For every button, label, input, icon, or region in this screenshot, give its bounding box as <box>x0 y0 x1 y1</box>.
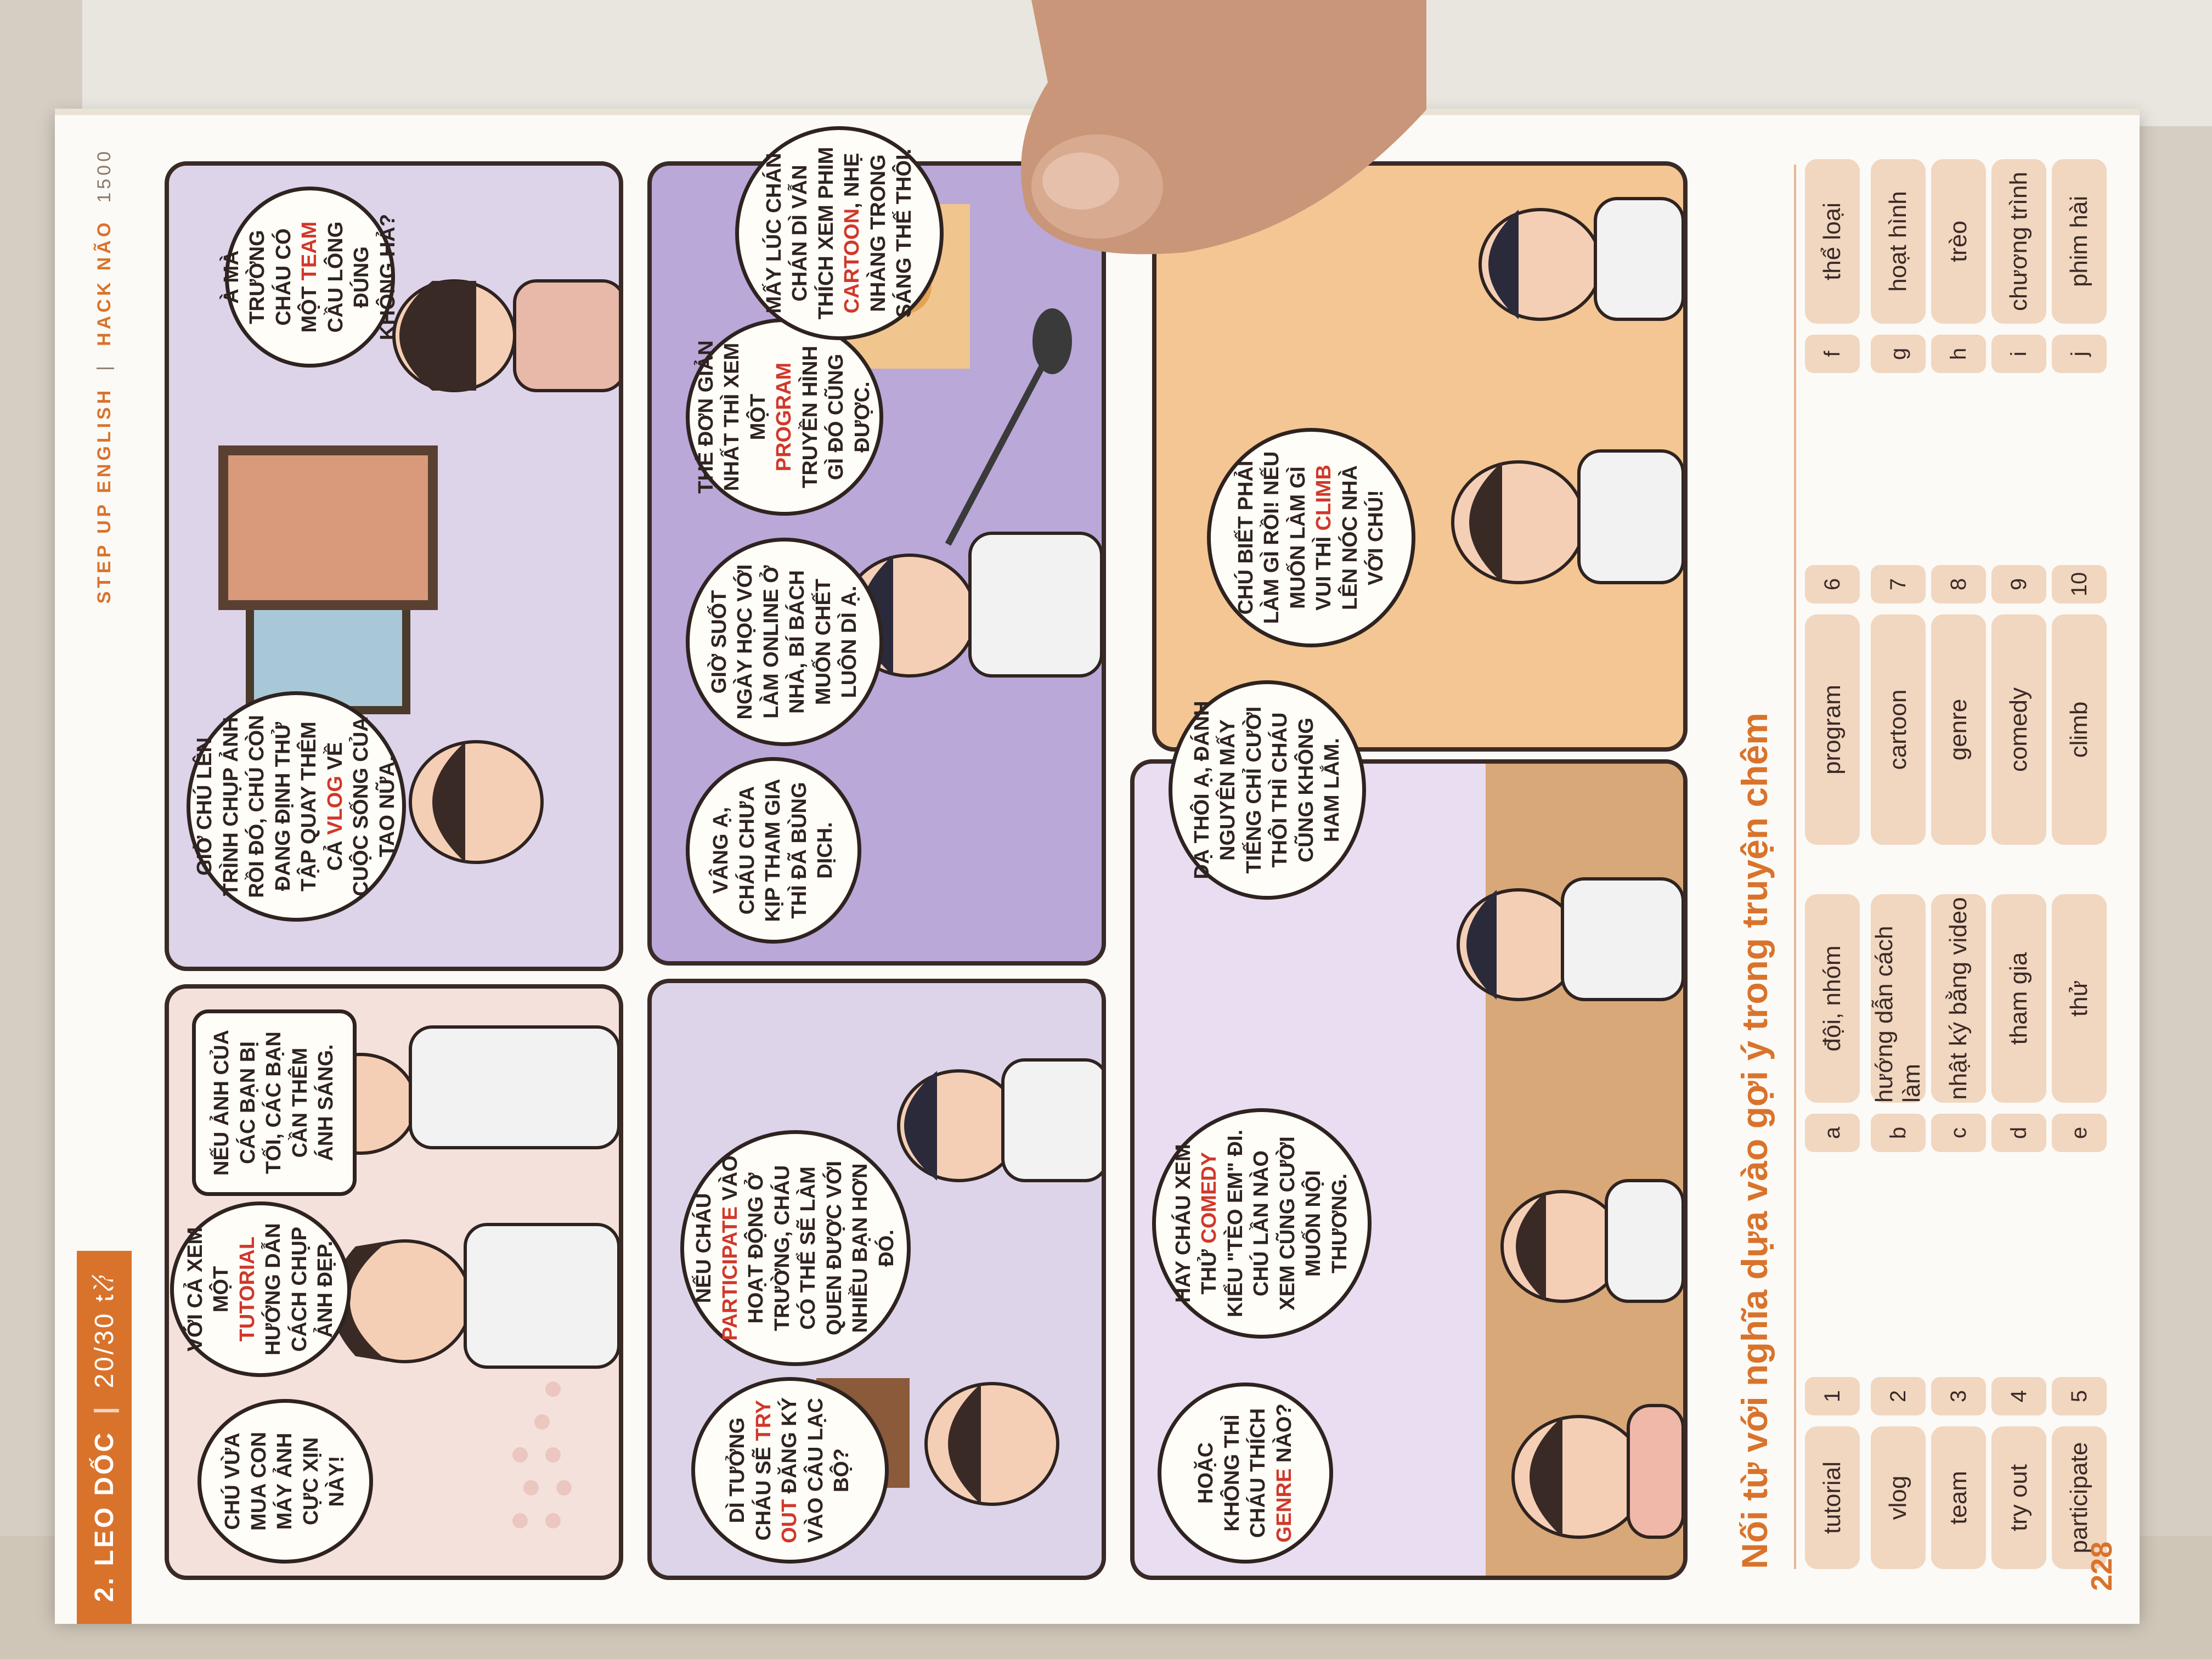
letter-g: g <box>1871 335 1926 373</box>
speech-bubble-3: NẾU ẢNH CỦA CÁC BẠN BỊ TỐI, CÁC BẠN CẦN … <box>192 1009 357 1196</box>
word-program: program <box>1805 614 1860 845</box>
number-8: 8 <box>1931 565 1986 603</box>
letter-b: b <box>1871 1114 1926 1152</box>
letter-f: f <box>1805 335 1860 373</box>
word-climb: climb <box>2052 614 2107 845</box>
number-7: 7 <box>1871 565 1926 603</box>
exercise-title: Nối từ với nghĩa dựa vào gợi ý trong tru… <box>1734 713 1775 1569</box>
series-name: STEP UP ENGLISH <box>93 387 115 604</box>
page-number: 228 <box>2085 1541 2118 1591</box>
meaning-b: hướng dẫn cách làm <box>1871 894 1926 1103</box>
book-name: HACK NÃO <box>93 219 115 346</box>
book-photo: 2. LEO DỐC | 20/30 từ STEP UP ENGLISH | … <box>0 0 2212 1659</box>
number-4: 4 <box>1991 1377 2046 1415</box>
number-6: 6 <box>1805 565 1860 603</box>
number-2: 2 <box>1871 1377 1926 1415</box>
speech-bubble-5: À MÀ TRƯỜNG CHÁU CÓ MỘT TEAM CẦU LÔNG ĐÚ… <box>220 187 399 368</box>
speech-bubble-4: GIỜ CHÚ LÊN TRÌNH CHỤP ẢNH RỒI ĐÓ, CHÚ C… <box>187 691 406 922</box>
exercise-divider <box>1794 165 1796 1569</box>
speech-bubble-8: VÂNG Ạ, CHÁU CHƯA KỊP THAM GIA THÌ ĐÃ BÙ… <box>686 757 861 944</box>
word-team: team <box>1931 1426 1986 1569</box>
word-genre: genre <box>1931 614 1986 845</box>
meaning-f: thể loại <box>1805 159 1860 324</box>
letter-d: d <box>1991 1114 2046 1152</box>
word-try-out: try out <box>1991 1426 2046 1569</box>
letter-a: a <box>1805 1114 1860 1152</box>
speech-bubble-1: CHÚ VỪA MUA CON MÁY ẢNH CỰC XỊN NÀY! <box>198 1399 373 1564</box>
word-tutorial: tutorial <box>1805 1426 1860 1569</box>
chapter-tag: 2. LEO DỐC | 20/30 từ <box>77 1250 132 1624</box>
letter-c: c <box>1931 1114 1986 1152</box>
speech-bubble-7: NẾU CHÁU PARTICIPATE VÀO HOẠT ĐỘNG Ở TRƯ… <box>680 1130 911 1366</box>
meaning-j: phim hài <box>2052 159 2107 324</box>
number-9: 9 <box>1991 565 2046 603</box>
speech-bubble-11: MẤY LÚC CHÁN CHÁN DÌ VẪN THÍCH XEM PHIM … <box>735 126 944 340</box>
number-1: 1 <box>1805 1377 1860 1415</box>
word-comedy: comedy <box>1991 614 2046 845</box>
speech-bubble-6: DÌ TƯỞNG CHÁU SẼ TRY OUT ĐĂNG KÝ VÀO CÂU… <box>691 1377 889 1564</box>
book-number: 1500 <box>93 148 115 203</box>
meaning-i: chương trình <box>1991 159 2046 324</box>
meaning-g: hoạt hình <box>1871 159 1926 324</box>
speech-bubble-13: HAY CHÁU XEM THỬ COMEDY KIỂU "TÈO EM" ĐI… <box>1152 1108 1372 1339</box>
speech-bubble-9: GIỜ SUỐT NGÀY HỌC VỚI LÀM ONLINE Ở NHÀ, … <box>686 538 883 746</box>
letter-e: e <box>2052 1114 2107 1152</box>
letter-j: j <box>2052 335 2107 373</box>
meaning-e: thử <box>2052 894 2107 1103</box>
page-header: 2. LEO DỐC | 20/30 từ STEP UP ENGLISH | … <box>77 115 132 1624</box>
speech-bubble-10: THẾ ĐƠN GIẢN NHẤT THÌ XEM MỘT PROGRAM TR… <box>686 318 883 516</box>
word-vlog: vlog <box>1871 1426 1926 1569</box>
speech-bubble-15: CHÚ BIẾT PHẢI LÀM GÌ RỒI! NẾU MUỐN LÀM G… <box>1207 428 1415 647</box>
number-10: 10 <box>2052 565 2107 603</box>
number-5: 5 <box>2052 1377 2107 1415</box>
letter-i: i <box>1991 335 2046 373</box>
meaning-d: tham gia <box>1991 894 2046 1103</box>
book-page: 2. LEO DỐC | 20/30 từ STEP UP ENGLISH | … <box>55 109 2140 1624</box>
speech-bubble-2: VỚI CẢ XEM MỘT TUTORIAL HƯỚNG DẪN CÁCH C… <box>170 1201 351 1377</box>
meaning-a: đội, nhóm <box>1805 894 1860 1103</box>
series-label: STEP UP ENGLISH | HACK NÃO 1500 <box>93 148 115 604</box>
word-cartoon: cartoon <box>1871 614 1926 845</box>
chapter-title: 2. LEO DỐC <box>89 1430 119 1602</box>
speech-bubble-14: DẠ THÔI Ạ, ĐÁNH NGUYÊN MẤY TIẾNG CHỈ CƯỜ… <box>1169 680 1366 900</box>
meaning-c: nhật ký bằng video <box>1931 894 1986 1103</box>
hand-thumb <box>1021 0 1426 255</box>
speech-bubble-12: HOẶC KHÔNG THÌ CHÁU THÍCH GENRE NÀO? <box>1158 1383 1333 1564</box>
paper-plane-icon <box>92 1274 118 1303</box>
meaning-h: trèo <box>1931 159 1986 324</box>
letter-h: h <box>1931 335 1986 373</box>
number-3: 3 <box>1931 1377 1986 1415</box>
